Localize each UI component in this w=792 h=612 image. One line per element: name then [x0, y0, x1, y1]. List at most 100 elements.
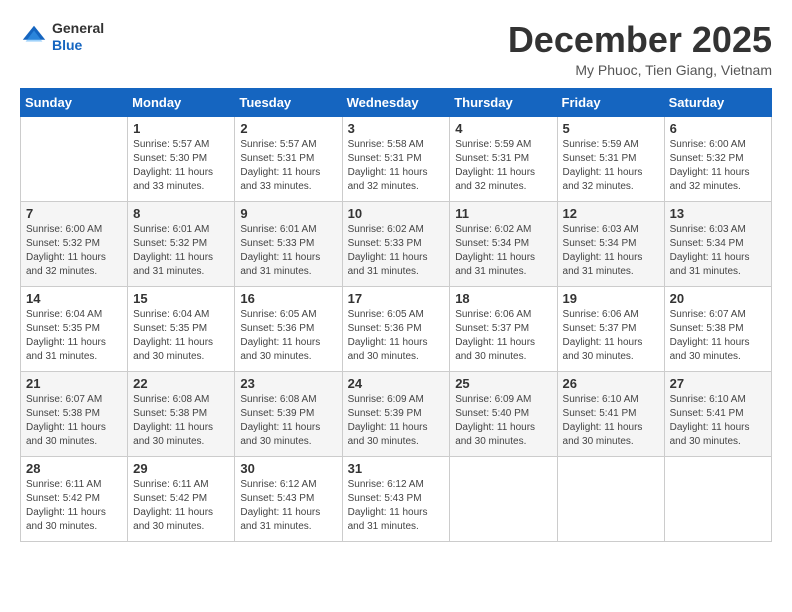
- logo-text: General Blue: [52, 20, 104, 54]
- calendar-cell: 12 Sunrise: 6:03 AM Sunset: 5:34 PM Dayli…: [557, 201, 664, 286]
- day-info: Sunrise: 6:03 AM Sunset: 5:34 PM Dayligh…: [670, 223, 766, 279]
- calendar-cell: [21, 116, 128, 201]
- day-number: 22: [133, 376, 229, 391]
- calendar-cell: 23Sunrise: 6:08 AM Sunset: 5:39 PM Dayli…: [235, 371, 342, 456]
- page-header: General Blue December 2025 My Phuoc, Tie…: [20, 20, 772, 78]
- day-number: 15: [133, 291, 229, 306]
- day-number: 7: [26, 206, 122, 221]
- day-number: 14: [26, 291, 122, 306]
- day-number: 30: [240, 461, 336, 476]
- calendar-cell: 17Sunrise: 6:05 AM Sunset: 5:36 PM Dayli…: [342, 286, 450, 371]
- calendar-cell: 29Sunrise: 6:11 AM Sunset: 5:42 PM Dayli…: [128, 456, 235, 541]
- calendar-cell: 2 Sunrise: 5:57 AM Sunset: 5:31 PM Daylig…: [235, 116, 342, 201]
- calendar-cell: 20Sunrise: 6:07 AM Sunset: 5:38 PM Dayli…: [664, 286, 771, 371]
- week-row: 7 Sunrise: 6:00 AM Sunset: 5:32 PM Daylig…: [21, 201, 772, 286]
- calendar-cell: [450, 456, 557, 541]
- location: My Phuoc, Tien Giang, Vietnam: [508, 62, 772, 78]
- calendar-cell: 26 Sunrise: 6:10 AM Sunset: 5:41 PM Dayli…: [557, 371, 664, 456]
- day-info: Sunrise: 6:10 AM Sunset: 5:41 PM Dayligh…: [563, 393, 659, 449]
- calendar-cell: 7 Sunrise: 6:00 AM Sunset: 5:32 PM Daylig…: [21, 201, 128, 286]
- day-number: 31: [348, 461, 445, 476]
- day-info: Sunrise: 5:59 AM Sunset: 5:31 PM Dayligh…: [563, 138, 659, 194]
- day-number: 6: [670, 121, 766, 136]
- calendar-cell: 22 Sunrise: 6:08 AM Sunset: 5:38 PM Dayli…: [128, 371, 235, 456]
- calendar-cell: 25 Sunrise: 6:09 AM Sunset: 5:40 PM Dayli…: [450, 371, 557, 456]
- calendar-cell: 8 Sunrise: 6:01 AM Sunset: 5:32 PM Daylig…: [128, 201, 235, 286]
- day-info: Sunrise: 6:01 AM Sunset: 5:32 PM Dayligh…: [133, 223, 229, 279]
- day-number: 25: [455, 376, 551, 391]
- weekday-header: Thursday: [450, 88, 557, 116]
- day-number: 13: [670, 206, 766, 221]
- day-info: Sunrise: 6:07 AM Sunset: 5:38 PM Dayligh…: [26, 393, 122, 449]
- day-number: 21: [26, 376, 122, 391]
- day-number: 19: [563, 291, 659, 306]
- day-info: Sunrise: 6:12 AM Sunset: 5:43 PM Dayligh…: [348, 478, 445, 534]
- day-info: Sunrise: 6:10 AM Sunset: 5:41 PM Dayligh…: [670, 393, 766, 449]
- day-number: 5: [563, 121, 659, 136]
- calendar-cell: 18Sunrise: 6:06 AM Sunset: 5:37 PM Dayli…: [450, 286, 557, 371]
- day-info: Sunrise: 6:09 AM Sunset: 5:40 PM Dayligh…: [455, 393, 551, 449]
- day-number: 27: [670, 376, 766, 391]
- day-number: 10: [348, 206, 445, 221]
- day-info: Sunrise: 6:04 AM Sunset: 5:35 PM Dayligh…: [133, 308, 229, 364]
- day-info: Sunrise: 6:01 AM Sunset: 5:33 PM Dayligh…: [240, 223, 336, 279]
- calendar-cell: [664, 456, 771, 541]
- day-info: Sunrise: 5:59 AM Sunset: 5:31 PM Dayligh…: [455, 138, 551, 194]
- day-info: Sunrise: 6:02 AM Sunset: 5:34 PM Dayligh…: [455, 223, 551, 279]
- day-info: Sunrise: 6:09 AM Sunset: 5:39 PM Dayligh…: [348, 393, 445, 449]
- day-info: Sunrise: 6:05 AM Sunset: 5:36 PM Dayligh…: [240, 308, 336, 364]
- day-number: 4: [455, 121, 551, 136]
- weekday-header: Sunday: [21, 88, 128, 116]
- weekday-header: Wednesday: [342, 88, 450, 116]
- calendar-cell: 27 Sunrise: 6:10 AM Sunset: 5:41 PM Dayli…: [664, 371, 771, 456]
- day-info: Sunrise: 6:11 AM Sunset: 5:42 PM Dayligh…: [133, 478, 229, 534]
- day-info: Sunrise: 6:05 AM Sunset: 5:36 PM Dayligh…: [348, 308, 445, 364]
- weekday-header: Tuesday: [235, 88, 342, 116]
- day-info: Sunrise: 6:00 AM Sunset: 5:32 PM Dayligh…: [670, 138, 766, 194]
- calendar-cell: 24 Sunrise: 6:09 AM Sunset: 5:39 PM Dayli…: [342, 371, 450, 456]
- day-info: Sunrise: 5:57 AM Sunset: 5:31 PM Dayligh…: [240, 138, 336, 194]
- day-number: 2: [240, 121, 336, 136]
- calendar-cell: 13 Sunrise: 6:03 AM Sunset: 5:34 PM Dayli…: [664, 201, 771, 286]
- day-number: 24: [348, 376, 445, 391]
- calendar-cell: 10Sunrise: 6:02 AM Sunset: 5:33 PM Dayli…: [342, 201, 450, 286]
- month-title: December 2025: [508, 20, 772, 60]
- calendar-cell: 19Sunrise: 6:06 AM Sunset: 5:37 PM Dayli…: [557, 286, 664, 371]
- day-info: Sunrise: 6:03 AM Sunset: 5:34 PM Dayligh…: [563, 223, 659, 279]
- week-row: 21 Sunrise: 6:07 AM Sunset: 5:38 PM Dayli…: [21, 371, 772, 456]
- day-number: 3: [348, 121, 445, 136]
- calendar-cell: 6 Sunrise: 6:00 AM Sunset: 5:32 PM Daylig…: [664, 116, 771, 201]
- logo-icon: [20, 23, 48, 51]
- week-row: 28 Sunrise: 6:11 AM Sunset: 5:42 PM Dayli…: [21, 456, 772, 541]
- week-row: 14 Sunrise: 6:04 AM Sunset: 5:35 PM Dayli…: [21, 286, 772, 371]
- day-number: 12: [563, 206, 659, 221]
- weekday-header: Friday: [557, 88, 664, 116]
- calendar-cell: 15 Sunrise: 6:04 AM Sunset: 5:35 PM Dayli…: [128, 286, 235, 371]
- calendar-cell: 14 Sunrise: 6:04 AM Sunset: 5:35 PM Dayli…: [21, 286, 128, 371]
- weekday-header-row: SundayMondayTuesdayWednesdayThursdayFrid…: [21, 88, 772, 116]
- day-info: Sunrise: 6:00 AM Sunset: 5:32 PM Dayligh…: [26, 223, 122, 279]
- day-number: 26: [563, 376, 659, 391]
- day-info: Sunrise: 6:11 AM Sunset: 5:42 PM Dayligh…: [26, 478, 122, 534]
- day-number: 20: [670, 291, 766, 306]
- day-number: 28: [26, 461, 122, 476]
- week-row: 1Sunrise: 5:57 AM Sunset: 5:30 PM Daylig…: [21, 116, 772, 201]
- day-number: 1: [133, 121, 229, 136]
- title-block: December 2025 My Phuoc, Tien Giang, Viet…: [508, 20, 772, 78]
- day-info: Sunrise: 6:08 AM Sunset: 5:38 PM Dayligh…: [133, 393, 229, 449]
- weekday-header: Monday: [128, 88, 235, 116]
- calendar-cell: 16Sunrise: 6:05 AM Sunset: 5:36 PM Dayli…: [235, 286, 342, 371]
- calendar-cell: 4 Sunrise: 5:59 AM Sunset: 5:31 PM Daylig…: [450, 116, 557, 201]
- calendar-cell: [557, 456, 664, 541]
- day-number: 9: [240, 206, 336, 221]
- calendar-cell: 11 Sunrise: 6:02 AM Sunset: 5:34 PM Dayli…: [450, 201, 557, 286]
- day-number: 8: [133, 206, 229, 221]
- calendar-cell: 30 Sunrise: 6:12 AM Sunset: 5:43 PM Dayli…: [235, 456, 342, 541]
- day-number: 18: [455, 291, 551, 306]
- day-info: Sunrise: 6:04 AM Sunset: 5:35 PM Dayligh…: [26, 308, 122, 364]
- weekday-header: Saturday: [664, 88, 771, 116]
- calendar-cell: 28 Sunrise: 6:11 AM Sunset: 5:42 PM Dayli…: [21, 456, 128, 541]
- logo: General Blue: [20, 20, 104, 54]
- day-number: 11: [455, 206, 551, 221]
- day-info: Sunrise: 6:12 AM Sunset: 5:43 PM Dayligh…: [240, 478, 336, 534]
